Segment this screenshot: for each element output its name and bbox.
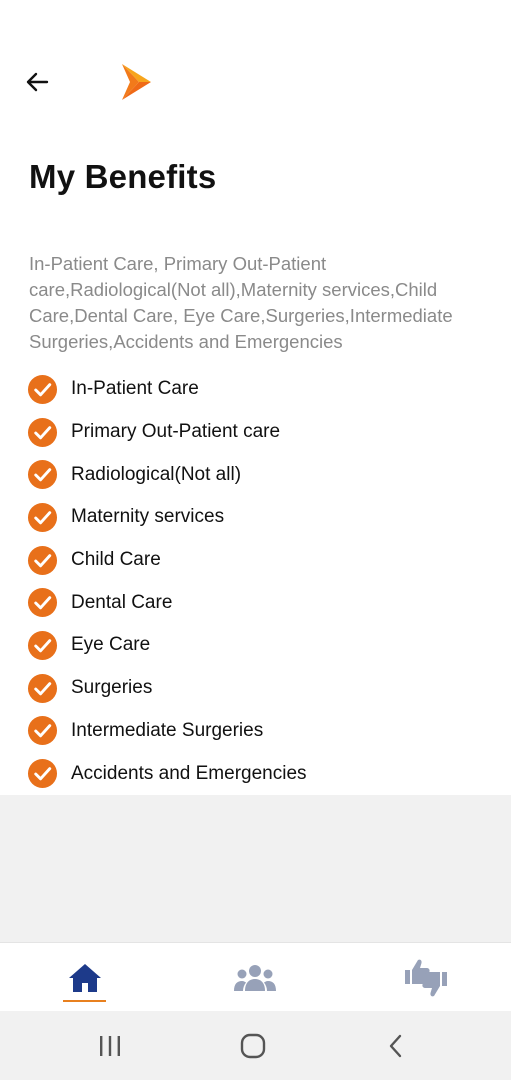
benefit-label: Child Care	[71, 549, 161, 571]
check-circle-icon	[27, 630, 58, 660]
benefit-item: Accidents and Emergencies	[27, 752, 497, 795]
check-circle-icon	[27, 673, 58, 703]
benefit-item: Intermediate Surgeries	[27, 710, 497, 753]
benefit-label: Eye Care	[71, 634, 151, 656]
group-icon	[234, 964, 276, 991]
benefit-item: Dental Care	[27, 581, 497, 624]
benefit-label: In-Patient Care	[71, 378, 199, 400]
back-button[interactable]	[20, 64, 56, 100]
benefit-label: Maternity services	[71, 506, 225, 528]
back-chevron-icon	[389, 1034, 402, 1058]
nav-group-button[interactable]	[225, 943, 285, 1012]
benefits-summary: In-Patient Care, Primary Out-Patient car…	[29, 253, 453, 352]
brand-chevron-logo	[122, 64, 151, 100]
active-tab-indicator	[63, 1000, 106, 1002]
benefit-item: Maternity services	[27, 496, 497, 539]
check-circle-icon	[27, 374, 58, 404]
check-circle-icon	[27, 417, 58, 447]
page-title: My Benefits	[29, 158, 217, 195]
benefit-item: Surgeries	[27, 667, 497, 710]
bottom-nav	[0, 942, 511, 1012]
brand-logo	[118, 62, 154, 102]
system-nav-bar	[0, 1011, 511, 1080]
benefit-list: In-Patient Care Primary Out-Patient care R…	[27, 368, 497, 795]
empty-area	[0, 795, 511, 942]
benefit-label: Accidents and Emergencies	[71, 762, 307, 784]
recent-apps-icon	[100, 1036, 120, 1056]
benefit-label: Radiological(Not all)	[71, 463, 242, 485]
benefit-label: Intermediate Surgeries	[71, 719, 264, 741]
check-circle-icon	[27, 460, 58, 490]
benefit-item: Child Care	[27, 539, 497, 582]
benefit-item: Eye Care	[27, 624, 497, 667]
benefit-label: Dental Care	[71, 591, 173, 613]
benefit-item: Primary Out-Patient care	[27, 411, 497, 454]
check-circle-icon	[27, 588, 58, 618]
system-home-button[interactable]	[233, 1029, 273, 1063]
benefit-item: In-Patient Care	[27, 368, 497, 411]
system-back-button[interactable]	[376, 1029, 416, 1063]
nav-feedback-button[interactable]	[396, 943, 456, 1012]
arrow-left-icon	[26, 72, 49, 92]
recent-apps-button[interactable]	[90, 1029, 130, 1063]
benefit-label: Primary Out-Patient care	[71, 421, 281, 443]
benefit-item: Radiological(Not all)	[27, 453, 497, 496]
home-icon	[69, 963, 101, 992]
check-circle-icon	[27, 502, 58, 532]
check-circle-icon	[27, 716, 58, 746]
home-circle-icon	[240, 1033, 266, 1059]
thumbs-up-down-icon	[405, 959, 447, 996]
check-circle-icon	[27, 759, 58, 789]
benefit-label: Surgeries	[71, 677, 153, 699]
check-circle-icon	[27, 545, 58, 575]
